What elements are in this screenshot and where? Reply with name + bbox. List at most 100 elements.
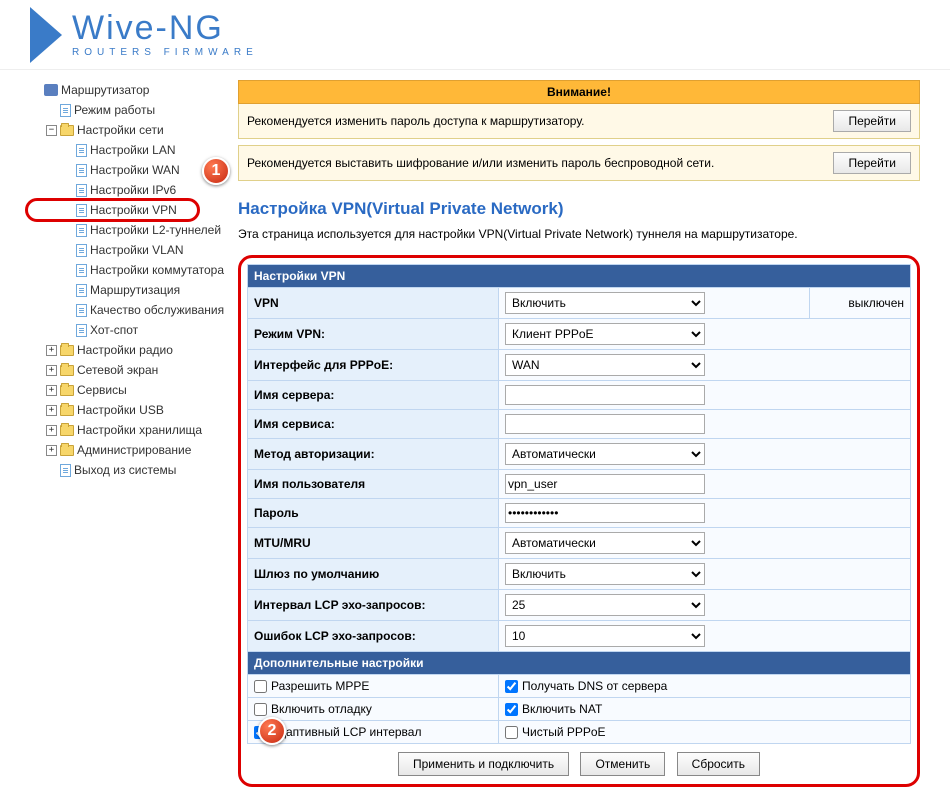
folder-icon — [60, 345, 74, 356]
label-mode: Режим VPN: — [248, 319, 498, 349]
checkbox-pure-pppoe[interactable]: Чистый PPPoE — [505, 725, 904, 739]
cancel-button[interactable]: Отменить — [580, 752, 665, 776]
sidebar-item-qos[interactable]: Качество обслуживания — [30, 300, 230, 320]
page-icon — [76, 164, 87, 177]
select-vpn[interactable]: Включить — [505, 292, 705, 314]
logo-chevron-icon — [30, 7, 62, 63]
page-icon — [76, 324, 87, 337]
sidebar-item-network[interactable]: −Настройки сети — [30, 120, 230, 140]
select-iface[interactable]: WAN — [505, 354, 705, 376]
callout-badge-2: 2 — [258, 717, 286, 745]
checkbox-dns[interactable]: Получать DNS от сервера — [505, 679, 904, 693]
alert-text: Рекомендуется изменить пароль доступа к … — [247, 114, 584, 128]
label-pass: Пароль — [248, 499, 498, 527]
label-server: Имя сервера: — [248, 381, 498, 409]
folder-icon — [60, 425, 74, 436]
page-icon — [76, 244, 87, 257]
sidebar-item-storage[interactable]: +Настройки хранилища — [30, 420, 230, 440]
alert-text: Рекомендуется выставить шифрование и/или… — [247, 156, 714, 170]
sidebar-item-ipv6[interactable]: Настройки IPv6 — [30, 180, 230, 200]
sidebar-item-firewall[interactable]: +Сетевой экран — [30, 360, 230, 380]
label-mtu: MTU/MRU — [248, 528, 498, 558]
sidebar-item-vpn[interactable]: Настройки VPN — [30, 200, 230, 220]
section-header-vpn: Настройки VPN — [248, 265, 910, 287]
header: Wive-NG ROUTERS FIRMWARE — [0, 0, 950, 70]
input-service[interactable] — [505, 414, 705, 434]
sidebar-item-logout[interactable]: Выход из системы — [30, 460, 230, 480]
expand-icon[interactable]: + — [46, 345, 57, 356]
expand-icon[interactable]: + — [46, 385, 57, 396]
sidebar-item-routing[interactable]: Маршрутизация — [30, 280, 230, 300]
main-panel: Внимание! Рекомендуется изменить пароль … — [238, 80, 920, 787]
sidebar-item-admin[interactable]: +Администрирование — [30, 440, 230, 460]
input-server[interactable] — [505, 385, 705, 405]
select-lcp-interval[interactable]: 25 — [505, 594, 705, 616]
label-service: Имя сервиса: — [248, 410, 498, 438]
sidebar-item-router[interactable]: Маршрутизатор — [30, 80, 230, 100]
sidebar-item-switch[interactable]: Настройки коммутатора — [30, 260, 230, 280]
select-mtu[interactable]: Автоматически — [505, 532, 705, 554]
logo-title: Wive-NG — [72, 11, 258, 45]
alert-row-wifi: Рекомендуется выставить шифрование и/или… — [238, 145, 920, 181]
folder-icon — [60, 125, 74, 136]
page-icon — [76, 304, 87, 317]
page-title: Настройка VPN(Virtual Private Network) — [238, 199, 920, 219]
sidebar-item-mode[interactable]: Режим работы — [30, 100, 230, 120]
expand-icon[interactable]: + — [46, 425, 57, 436]
folder-icon — [60, 365, 74, 376]
sidebar-item-l2[interactable]: Настройки L2-туннелей — [30, 220, 230, 240]
label-lcp-errors: Ошибок LCP эхо-запросов: — [248, 621, 498, 651]
apply-button[interactable]: Применить и подключить — [398, 752, 569, 776]
sidebar-item-usb[interactable]: +Настройки USB — [30, 400, 230, 420]
section-header-advanced: Дополнительные настройки — [248, 652, 910, 674]
page-icon — [76, 284, 87, 297]
sidebar-item-services[interactable]: +Сервисы — [30, 380, 230, 400]
select-gw[interactable]: Включить — [505, 563, 705, 585]
checkbox-debug[interactable]: Включить отладку — [254, 702, 492, 716]
label-iface: Интерфейс для PPPoE: — [248, 350, 498, 380]
sidebar-item-lan[interactable]: Настройки LAN — [30, 140, 230, 160]
label-lcp-interval: Интервал LCP эхо-запросов: — [248, 590, 498, 620]
reset-button[interactable]: Сбросить — [677, 752, 760, 776]
input-pass[interactable] — [505, 503, 705, 523]
page-description: Эта страница используется для настройки … — [238, 227, 920, 241]
select-lcp-errors[interactable]: 10 — [505, 625, 705, 647]
button-row: Применить и подключить Отменить Сбросить — [247, 744, 911, 778]
label-gw: Шлюз по умолчанию — [248, 559, 498, 589]
vpn-form: Настройки VPN VPN Включить выключен Режи… — [238, 255, 920, 787]
sidebar-item-vlan[interactable]: Настройки VLAN — [30, 240, 230, 260]
page-icon — [76, 264, 87, 277]
checkbox-adaptive-lcp[interactable]: Адаптивный LCP интервал — [254, 725, 492, 739]
page-icon — [76, 184, 87, 197]
callout-badge-1: 1 — [202, 157, 230, 185]
alert-go-button[interactable]: Перейти — [833, 110, 911, 132]
page-icon — [76, 224, 87, 237]
sidebar-item-wan[interactable]: Настройки WAN — [30, 160, 230, 180]
alert-go-button[interactable]: Перейти — [833, 152, 911, 174]
folder-icon — [60, 445, 74, 456]
page-icon — [76, 144, 87, 157]
page-icon — [60, 464, 71, 477]
checkbox-mppe[interactable]: Разрешить MPPE — [254, 679, 492, 693]
collapse-icon[interactable]: − — [46, 125, 57, 136]
sidebar-item-hotspot[interactable]: Хот-спот — [30, 320, 230, 340]
expand-icon[interactable]: + — [46, 405, 57, 416]
page-icon — [76, 204, 87, 217]
label-auth: Метод авторизации: — [248, 439, 498, 469]
sidebar: Маршрутизатор Режим работы −Настройки се… — [30, 80, 230, 787]
expand-icon[interactable]: + — [46, 445, 57, 456]
select-auth[interactable]: Автоматически — [505, 443, 705, 465]
alert-row-password: Рекомендуется изменить пароль доступа к … — [238, 104, 920, 139]
expand-icon[interactable]: + — [46, 365, 57, 376]
router-icon — [44, 84, 58, 96]
page-icon — [60, 104, 71, 117]
alert-header: Внимание! — [238, 80, 920, 104]
label-user: Имя пользователя — [248, 470, 498, 498]
sidebar-item-radio[interactable]: +Настройки радио — [30, 340, 230, 360]
logo-block: Wive-NG ROUTERS FIRMWARE — [72, 11, 258, 58]
label-vpn: VPN — [248, 288, 498, 318]
checkbox-nat[interactable]: Включить NAT — [505, 702, 904, 716]
select-mode[interactable]: Клиент PPPoE — [505, 323, 705, 345]
input-user[interactable] — [505, 474, 705, 494]
folder-icon — [60, 385, 74, 396]
